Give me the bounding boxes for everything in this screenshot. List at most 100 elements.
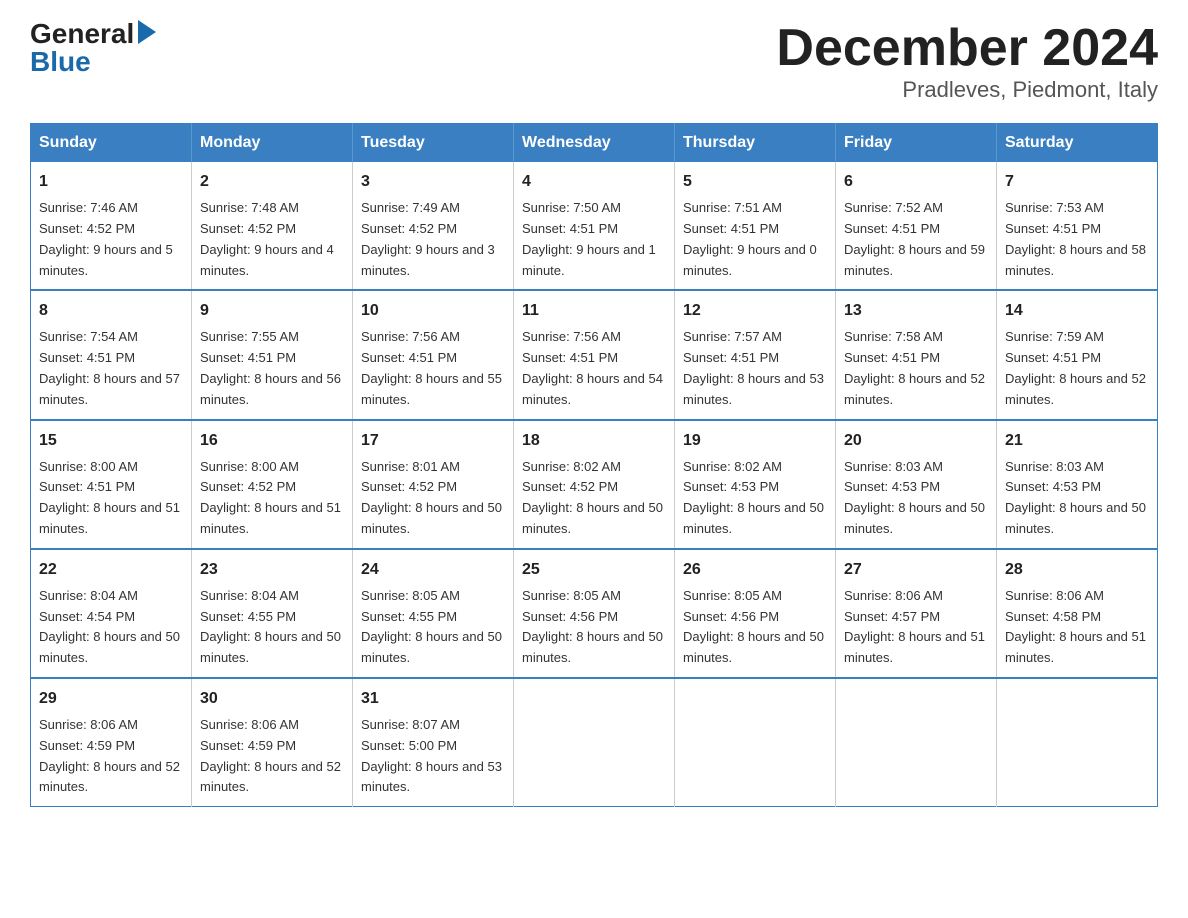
calendar-cell: 19 Sunrise: 8:02 AMSunset: 4:53 PMDaylig…: [675, 420, 836, 549]
calendar-cell: 18 Sunrise: 8:02 AMSunset: 4:52 PMDaylig…: [514, 420, 675, 549]
calendar-cell: 28 Sunrise: 8:06 AMSunset: 4:58 PMDaylig…: [997, 549, 1158, 678]
header-sunday: Sunday: [31, 124, 192, 163]
day-number: 20: [844, 429, 988, 453]
title-block: December 2024 Pradleves, Piedmont, Italy: [776, 20, 1158, 103]
day-number: 19: [683, 429, 827, 453]
day-number: 31: [361, 687, 505, 711]
calendar-cell: 6 Sunrise: 7:52 AMSunset: 4:51 PMDayligh…: [836, 162, 997, 290]
day-info: Sunrise: 8:04 AMSunset: 4:54 PMDaylight:…: [39, 588, 180, 665]
calendar-week-row: 15 Sunrise: 8:00 AMSunset: 4:51 PMDaylig…: [31, 420, 1158, 549]
calendar-cell: [675, 678, 836, 807]
day-info: Sunrise: 8:06 AMSunset: 4:58 PMDaylight:…: [1005, 588, 1146, 665]
calendar-cell: 15 Sunrise: 8:00 AMSunset: 4:51 PMDaylig…: [31, 420, 192, 549]
day-info: Sunrise: 8:05 AMSunset: 4:55 PMDaylight:…: [361, 588, 502, 665]
day-number: 21: [1005, 429, 1149, 453]
day-number: 23: [200, 558, 344, 582]
day-info: Sunrise: 7:59 AMSunset: 4:51 PMDaylight:…: [1005, 329, 1146, 406]
logo: General Blue: [30, 20, 156, 76]
day-number: 10: [361, 299, 505, 323]
header-wednesday: Wednesday: [514, 124, 675, 163]
logo-arrow-icon: [138, 20, 156, 44]
day-info: Sunrise: 7:55 AMSunset: 4:51 PMDaylight:…: [200, 329, 341, 406]
day-info: Sunrise: 8:07 AMSunset: 5:00 PMDaylight:…: [361, 717, 502, 794]
calendar-cell: 1 Sunrise: 7:46 AMSunset: 4:52 PMDayligh…: [31, 162, 192, 290]
day-number: 17: [361, 429, 505, 453]
day-info: Sunrise: 7:49 AMSunset: 4:52 PMDaylight:…: [361, 200, 495, 277]
day-number: 25: [522, 558, 666, 582]
calendar-cell: [836, 678, 997, 807]
calendar-cell: [514, 678, 675, 807]
day-number: 15: [39, 429, 183, 453]
calendar-cell: 25 Sunrise: 8:05 AMSunset: 4:56 PMDaylig…: [514, 549, 675, 678]
calendar-cell: 23 Sunrise: 8:04 AMSunset: 4:55 PMDaylig…: [192, 549, 353, 678]
day-info: Sunrise: 7:54 AMSunset: 4:51 PMDaylight:…: [39, 329, 180, 406]
day-info: Sunrise: 7:51 AMSunset: 4:51 PMDaylight:…: [683, 200, 817, 277]
calendar-cell: 3 Sunrise: 7:49 AMSunset: 4:52 PMDayligh…: [353, 162, 514, 290]
calendar-cell: 29 Sunrise: 8:06 AMSunset: 4:59 PMDaylig…: [31, 678, 192, 807]
day-info: Sunrise: 8:03 AMSunset: 4:53 PMDaylight:…: [1005, 459, 1146, 536]
day-number: 6: [844, 170, 988, 194]
calendar-cell: 26 Sunrise: 8:05 AMSunset: 4:56 PMDaylig…: [675, 549, 836, 678]
day-number: 1: [39, 170, 183, 194]
header-monday: Monday: [192, 124, 353, 163]
calendar-header: Sunday Monday Tuesday Wednesday Thursday…: [31, 124, 1158, 163]
day-info: Sunrise: 7:50 AMSunset: 4:51 PMDaylight:…: [522, 200, 656, 277]
day-number: 8: [39, 299, 183, 323]
calendar-cell: 24 Sunrise: 8:05 AMSunset: 4:55 PMDaylig…: [353, 549, 514, 678]
day-number: 13: [844, 299, 988, 323]
day-number: 29: [39, 687, 183, 711]
calendar-cell: 8 Sunrise: 7:54 AMSunset: 4:51 PMDayligh…: [31, 290, 192, 419]
day-number: 26: [683, 558, 827, 582]
calendar-cell: 13 Sunrise: 7:58 AMSunset: 4:51 PMDaylig…: [836, 290, 997, 419]
day-info: Sunrise: 8:06 AMSunset: 4:59 PMDaylight:…: [200, 717, 341, 794]
day-info: Sunrise: 8:05 AMSunset: 4:56 PMDaylight:…: [683, 588, 824, 665]
page-header: General Blue December 2024 Pradleves, Pi…: [30, 20, 1158, 103]
day-number: 27: [844, 558, 988, 582]
calendar-week-row: 1 Sunrise: 7:46 AMSunset: 4:52 PMDayligh…: [31, 162, 1158, 290]
day-info: Sunrise: 8:00 AMSunset: 4:51 PMDaylight:…: [39, 459, 180, 536]
calendar-cell: [997, 678, 1158, 807]
days-of-week-row: Sunday Monday Tuesday Wednesday Thursday…: [31, 124, 1158, 163]
day-info: Sunrise: 8:03 AMSunset: 4:53 PMDaylight:…: [844, 459, 985, 536]
calendar-cell: 27 Sunrise: 8:06 AMSunset: 4:57 PMDaylig…: [836, 549, 997, 678]
day-info: Sunrise: 7:53 AMSunset: 4:51 PMDaylight:…: [1005, 200, 1146, 277]
day-info: Sunrise: 8:02 AMSunset: 4:52 PMDaylight:…: [522, 459, 663, 536]
calendar-week-row: 22 Sunrise: 8:04 AMSunset: 4:54 PMDaylig…: [31, 549, 1158, 678]
day-info: Sunrise: 8:06 AMSunset: 4:59 PMDaylight:…: [39, 717, 180, 794]
calendar-cell: 12 Sunrise: 7:57 AMSunset: 4:51 PMDaylig…: [675, 290, 836, 419]
day-info: Sunrise: 7:56 AMSunset: 4:51 PMDaylight:…: [361, 329, 502, 406]
calendar-cell: 2 Sunrise: 7:48 AMSunset: 4:52 PMDayligh…: [192, 162, 353, 290]
calendar-cell: 5 Sunrise: 7:51 AMSunset: 4:51 PMDayligh…: [675, 162, 836, 290]
calendar-cell: 22 Sunrise: 8:04 AMSunset: 4:54 PMDaylig…: [31, 549, 192, 678]
calendar-cell: 7 Sunrise: 7:53 AMSunset: 4:51 PMDayligh…: [997, 162, 1158, 290]
day-info: Sunrise: 8:06 AMSunset: 4:57 PMDaylight:…: [844, 588, 985, 665]
calendar-week-row: 29 Sunrise: 8:06 AMSunset: 4:59 PMDaylig…: [31, 678, 1158, 807]
day-info: Sunrise: 7:56 AMSunset: 4:51 PMDaylight:…: [522, 329, 663, 406]
calendar-cell: 14 Sunrise: 7:59 AMSunset: 4:51 PMDaylig…: [997, 290, 1158, 419]
day-info: Sunrise: 7:52 AMSunset: 4:51 PMDaylight:…: [844, 200, 985, 277]
day-info: Sunrise: 7:48 AMSunset: 4:52 PMDaylight:…: [200, 200, 334, 277]
calendar-cell: 21 Sunrise: 8:03 AMSunset: 4:53 PMDaylig…: [997, 420, 1158, 549]
day-info: Sunrise: 8:05 AMSunset: 4:56 PMDaylight:…: [522, 588, 663, 665]
day-number: 11: [522, 299, 666, 323]
calendar-cell: 30 Sunrise: 8:06 AMSunset: 4:59 PMDaylig…: [192, 678, 353, 807]
day-number: 18: [522, 429, 666, 453]
day-number: 9: [200, 299, 344, 323]
calendar-cell: 16 Sunrise: 8:00 AMSunset: 4:52 PMDaylig…: [192, 420, 353, 549]
day-info: Sunrise: 8:01 AMSunset: 4:52 PMDaylight:…: [361, 459, 502, 536]
day-number: 28: [1005, 558, 1149, 582]
calendar-cell: 4 Sunrise: 7:50 AMSunset: 4:51 PMDayligh…: [514, 162, 675, 290]
day-info: Sunrise: 7:57 AMSunset: 4:51 PMDaylight:…: [683, 329, 824, 406]
day-number: 5: [683, 170, 827, 194]
calendar-cell: 11 Sunrise: 7:56 AMSunset: 4:51 PMDaylig…: [514, 290, 675, 419]
day-info: Sunrise: 8:00 AMSunset: 4:52 PMDaylight:…: [200, 459, 341, 536]
calendar-cell: 10 Sunrise: 7:56 AMSunset: 4:51 PMDaylig…: [353, 290, 514, 419]
calendar-table: Sunday Monday Tuesday Wednesday Thursday…: [30, 123, 1158, 807]
header-saturday: Saturday: [997, 124, 1158, 163]
day-number: 16: [200, 429, 344, 453]
day-number: 2: [200, 170, 344, 194]
day-info: Sunrise: 8:04 AMSunset: 4:55 PMDaylight:…: [200, 588, 341, 665]
day-number: 14: [1005, 299, 1149, 323]
day-number: 30: [200, 687, 344, 711]
day-number: 7: [1005, 170, 1149, 194]
